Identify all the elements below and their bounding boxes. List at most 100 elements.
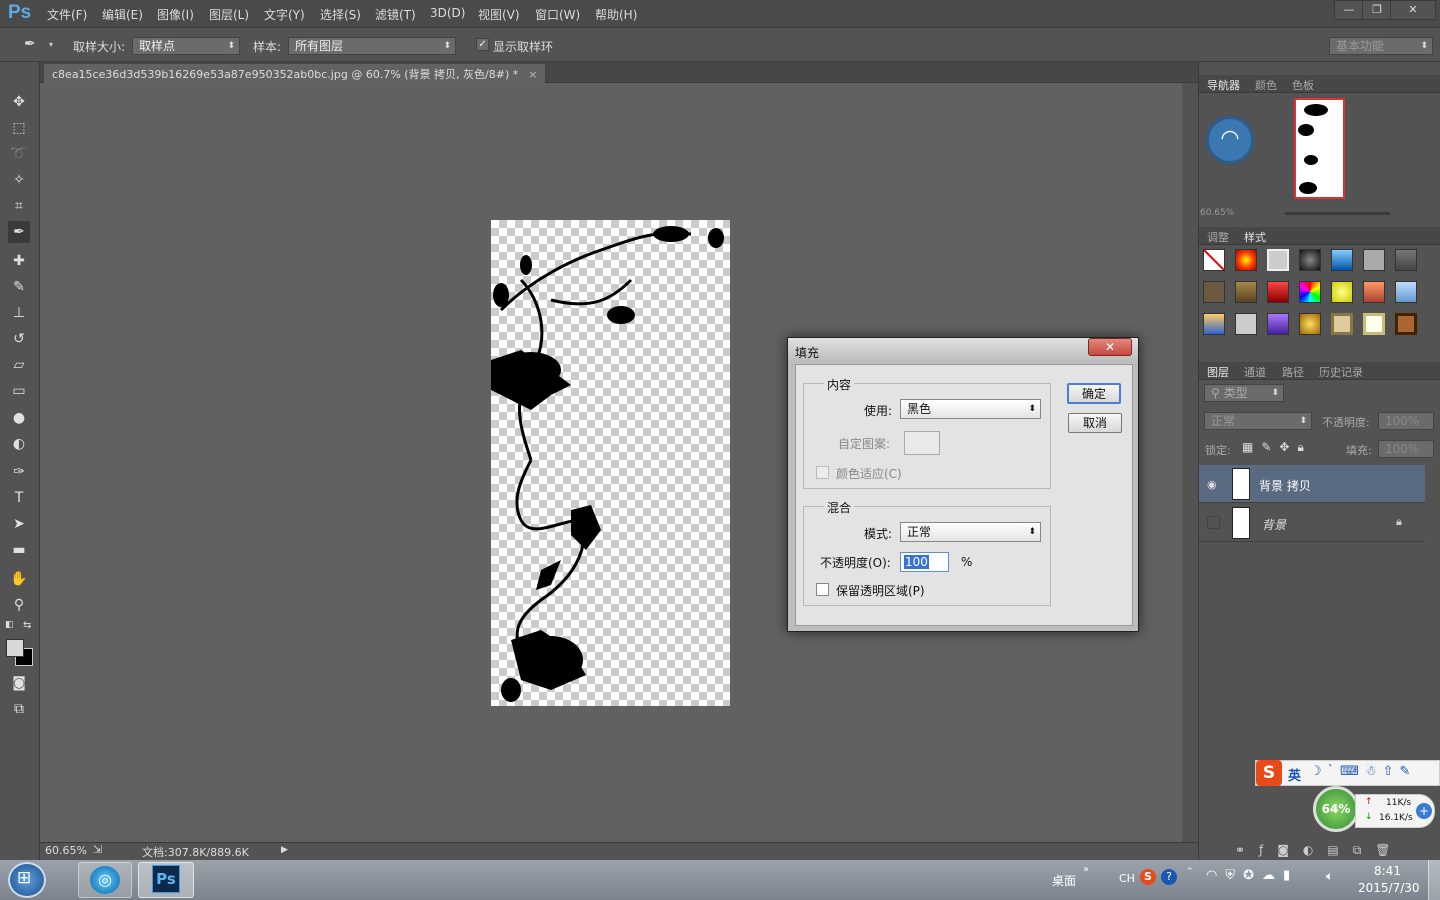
- move-tool-icon[interactable]: ✥: [8, 91, 30, 113]
- restore-button[interactable]: ❐: [1362, 0, 1392, 20]
- style-red-button[interactable]: [1267, 281, 1289, 303]
- sogou-logo-icon[interactable]: S: [1256, 760, 1282, 786]
- navigator-zoom[interactable]: 60.65%: [1200, 208, 1234, 218]
- ime-language[interactable]: 英: [1288, 765, 1301, 784]
- layer-filter-select[interactable]: ⚲ 类型 ⬍: [1204, 384, 1284, 402]
- dialog-close-button[interactable]: ✕: [1088, 338, 1132, 356]
- hand-tool-icon[interactable]: ✋: [8, 568, 30, 590]
- menu-file[interactable]: 文件(F): [47, 6, 87, 23]
- layer-actions-bar[interactable]: ⚭ƒ◙◐▤⧉🗑︎: [1235, 843, 1405, 858]
- lasso-tool-icon[interactable]: ➰: [8, 143, 30, 165]
- navigator-zoom-slider[interactable]: [1285, 212, 1390, 215]
- add-icon[interactable]: +: [1416, 803, 1432, 819]
- opacity-field[interactable]: 100: [900, 552, 949, 572]
- sample-select[interactable]: 所有图层 ⬍: [288, 37, 456, 55]
- crop-tool-icon[interactable]: ⌗: [8, 195, 30, 217]
- dodge-tool-icon[interactable]: ◐: [8, 433, 30, 455]
- mode-select[interactable]: 正常 ⬍: [900, 522, 1041, 542]
- type-tool-icon[interactable]: T: [8, 487, 30, 509]
- fill-input[interactable]: 100%: [1378, 440, 1434, 458]
- export-icon[interactable]: ⇲: [93, 843, 102, 856]
- navigator-preview[interactable]: [1294, 98, 1345, 199]
- menu-type[interactable]: 文字(Y): [264, 6, 305, 23]
- desktop-toolbar-label[interactable]: 桌面: [1052, 872, 1076, 889]
- pen-tool-icon[interactable]: ✑: [8, 461, 30, 483]
- ok-button[interactable]: 确定: [1067, 383, 1121, 404]
- lock-icons[interactable]: ▦✎✥🔒︎: [1242, 440, 1312, 455]
- net-speed-gauge[interactable]: 64%: [1313, 786, 1359, 832]
- shape-tool-icon[interactable]: ▬: [8, 539, 30, 561]
- preserve-transparency-checkbox[interactable]: [816, 583, 829, 596]
- zoom-level[interactable]: 60.65%: [45, 844, 87, 857]
- show-ring-checkbox[interactable]: ✓: [476, 38, 489, 51]
- brush-tool-icon[interactable]: ✎: [8, 276, 30, 298]
- system-tray-icons[interactable]: ◠⛨✪☁▮: [1206, 868, 1298, 883]
- close-tab-icon[interactable]: ×: [528, 68, 537, 81]
- gradient-tool-icon[interactable]: ▭: [8, 380, 30, 402]
- help-tray-icon[interactable]: ?: [1161, 869, 1177, 885]
- layer-name[interactable]: 背景: [1262, 516, 1286, 533]
- swap-colors-icon[interactable]: ⇆: [23, 620, 31, 631]
- style-brown[interactable]: [1203, 281, 1225, 303]
- style-dark-gray[interactable]: [1395, 249, 1417, 271]
- menu-edit[interactable]: 编辑(E): [102, 6, 143, 23]
- menu-filter[interactable]: 滤镜(T): [375, 6, 416, 23]
- tab-channels[interactable]: 通道: [1244, 364, 1266, 380]
- style-frame-gold[interactable]: [1331, 313, 1353, 335]
- magic-wand-tool-icon[interactable]: ✧: [8, 169, 30, 191]
- foreground-color-swatch[interactable]: [6, 639, 24, 657]
- style-rainbow[interactable]: [1299, 281, 1321, 303]
- language-indicator[interactable]: CH: [1119, 872, 1135, 885]
- menu-3d[interactable]: 3D(D): [430, 6, 465, 20]
- style-pattern[interactable]: [1235, 313, 1257, 335]
- tab-paths[interactable]: 路径: [1282, 364, 1304, 380]
- use-select[interactable]: 黑色 ⬍: [900, 399, 1041, 419]
- dialog-titlebar[interactable]: [788, 338, 1138, 362]
- tab-history[interactable]: 历史记录: [1319, 364, 1363, 380]
- tab-navigator[interactable]: 导航器: [1207, 77, 1240, 93]
- minimize-button[interactable]: —: [1334, 0, 1364, 20]
- tab-color[interactable]: 颜色: [1255, 77, 1277, 93]
- tab-adjustments[interactable]: 调整: [1207, 229, 1229, 245]
- blur-tool-icon[interactable]: ●: [8, 407, 30, 429]
- menu-window[interactable]: 窗口(W): [535, 6, 580, 23]
- wifi-floating-icon[interactable]: ◠: [1206, 116, 1254, 164]
- menu-view[interactable]: 视图(V): [478, 6, 520, 23]
- style-blue-glass[interactable]: [1331, 249, 1353, 271]
- style-orange[interactable]: [1363, 281, 1385, 303]
- style-purple[interactable]: [1267, 313, 1289, 335]
- layer-name[interactable]: 背景 拷贝: [1259, 477, 1311, 494]
- menu-select[interactable]: 选择(S): [320, 6, 361, 23]
- opacity-input[interactable]: 100%: [1378, 412, 1434, 430]
- zoom-tool-icon[interactable]: ⚲: [8, 594, 30, 616]
- image-canvas[interactable]: [491, 220, 730, 706]
- show-desktop-button[interactable]: [1428, 860, 1440, 900]
- menu-image[interactable]: 图像(I): [157, 6, 194, 23]
- toolbar-expand-icon[interactable]: »: [1083, 864, 1089, 875]
- tray-expand-icon[interactable]: ⌃: [1186, 867, 1194, 877]
- path-selection-tool-icon[interactable]: ➤: [8, 513, 30, 535]
- marquee-tool-icon[interactable]: ⬚: [8, 117, 30, 139]
- tab-styles[interactable]: 样式: [1244, 229, 1266, 245]
- style-gray[interactable]: [1363, 249, 1385, 271]
- style-dark-sphere[interactable]: [1299, 249, 1321, 271]
- eyedropper-tool-icon[interactable]: ✒: [8, 221, 30, 243]
- tool-preset-chevron-icon[interactable]: ▾: [49, 40, 53, 49]
- clock-date[interactable]: 2015/7/30: [1358, 881, 1420, 895]
- tab-swatches[interactable]: 色板: [1292, 77, 1314, 93]
- sample-size-select[interactable]: 取样点 ⬍: [132, 37, 240, 55]
- style-wood[interactable]: [1235, 281, 1257, 303]
- style-light-blue[interactable]: [1395, 281, 1417, 303]
- vertical-scrollbar[interactable]: [1182, 83, 1198, 842]
- volume-icon[interactable]: 🔈︎: [1326, 869, 1333, 884]
- stamp-tool-icon[interactable]: ⊥: [8, 302, 30, 324]
- ime-tool-icons[interactable]: ☽ˋ⌨☃⇧✎: [1310, 764, 1416, 779]
- visibility-toggle[interactable]: [1207, 516, 1220, 529]
- history-brush-tool-icon[interactable]: ↺: [8, 328, 30, 350]
- healing-brush-tool-icon[interactable]: ✚: [8, 250, 30, 272]
- close-window-button[interactable]: ✕: [1390, 0, 1436, 20]
- style-gold[interactable]: [1299, 313, 1321, 335]
- clock-time[interactable]: 8:41: [1374, 864, 1401, 878]
- status-menu-arrow-icon[interactable]: ▶: [281, 845, 288, 855]
- eraser-tool-icon[interactable]: ▱: [8, 354, 30, 376]
